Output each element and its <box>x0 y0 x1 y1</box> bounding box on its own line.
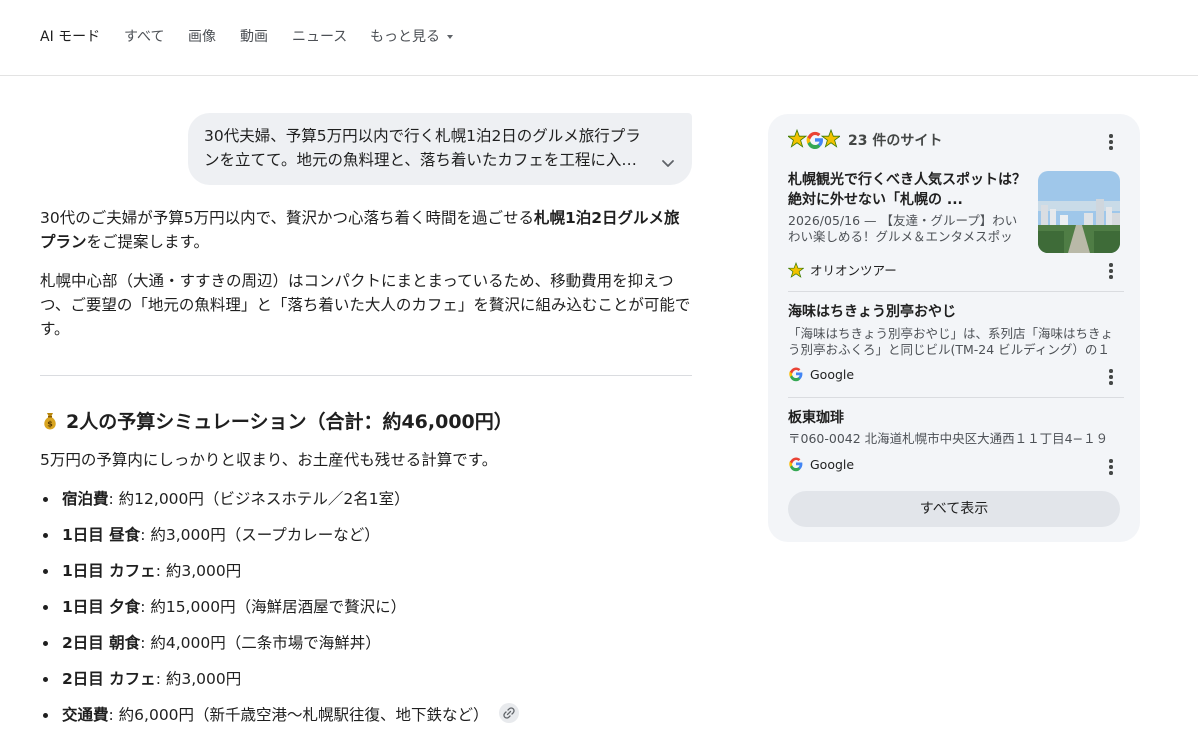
budget-item-value: : 約12,000円（ビジネスホテル／2名1室） <box>108 490 410 508</box>
source-divider <box>788 397 1124 398</box>
budget-item-value: : 約15,000円（海鮮居酒屋で贅沢に） <box>140 598 407 616</box>
section-divider <box>40 375 692 376</box>
answer-paragraph-1: 30代のご夫婦が予算5万円以内で、贅沢かつ心落ち着く時間を過ごせる札幌1泊2日グ… <box>40 206 692 254</box>
source-site: Google <box>788 456 854 472</box>
money-bag-icon: $ <box>44 413 56 430</box>
budget-list: 宿泊費: 約12,000円（ビジネスホテル／2名1室） 1日目 昼食: 約3,0… <box>40 487 692 739</box>
google-icon <box>789 457 803 472</box>
sources-favicon-stack-icon <box>788 128 840 149</box>
source-snippet: 2026/05/16 — 【友達・グループ】わいわい楽しめる！グルメ＆エンタメス… <box>788 213 1018 244</box>
budget-item-value: : 約3,000円 <box>155 670 242 688</box>
budget-item-label: 宿泊費 <box>62 490 109 508</box>
tab-more[interactable]: もっと見る <box>370 27 453 47</box>
budget-item-value: : 約4,000円（二条市場で海鮮丼） <box>140 634 381 652</box>
source-title[interactable]: 札幌観光で行くべき人気スポットは？絶対に外せない「札幌の ... <box>788 170 1028 210</box>
list-item: 宿泊費: 約12,000円（ビジネスホテル／2名1室） <box>40 487 692 523</box>
link-icon <box>502 707 515 719</box>
tab-more-label: もっと見る <box>370 29 440 45</box>
google-icon <box>789 367 803 382</box>
tab-videos[interactable]: 動画 <box>240 27 268 47</box>
answer-p1-a: 30代のご夫婦が予算5万円以内で、贅沢かつ心落ち着く時間を過ごせる <box>40 209 534 227</box>
source-more-icon[interactable] <box>1109 459 1113 475</box>
budget-item-value: : 約6,000円（新千歳空港〜札幌駅往復、地下鉄など） <box>108 706 489 724</box>
budget-item-label: 1日目 カフェ <box>62 562 156 580</box>
caret-down-icon <box>447 35 453 39</box>
list-item: 1日目 カフェ: 約3,000円 <box>40 559 692 595</box>
source-site-name: Google <box>810 366 855 382</box>
source-thumbnail[interactable] <box>1038 171 1120 253</box>
source-title[interactable]: 海味はちきょう別亭おやじ <box>788 302 1124 322</box>
budget-intro: 5万円の予算内にしっかりと収まり、お土産代も残せる計算です。 <box>40 451 498 469</box>
tab-ai-mode[interactable]: AI モード <box>40 27 100 47</box>
budget-item-label: 交通費 <box>62 706 109 724</box>
source-title[interactable]: 板東珈琲 <box>788 408 1124 428</box>
source-card-3[interactable]: 板東珈琲 〒060-0042 北海道札幌市中央区大通西１１丁目4−１９０ Goo… <box>788 408 1124 475</box>
user-query-bubble[interactable]: 30代夫婦、予算5万円以内で行く札幌1泊2日のグルメ旅行プランを立てて。地元の魚… <box>188 113 692 185</box>
source-site: Google <box>788 366 854 382</box>
source-snippet: 「海味はちきょう別亭おやじ」は、系列店「海味はちきょう別亭おふくろ」と同じビル(… <box>788 326 1114 357</box>
source-more-icon[interactable] <box>1109 369 1113 385</box>
sources-count: 23 件のサイト <box>848 133 943 149</box>
source-site-name: Google <box>810 456 855 472</box>
list-item: 1日目 夕食: 約15,000円（海鮮居酒屋で贅沢に） <box>40 595 692 631</box>
source-card-2[interactable]: 海味はちきょう別亭おやじ 「海味はちきょう別亭おやじ」は、系列店「海味はちきょう… <box>788 302 1124 385</box>
top-nav: AI モード すべて 画像 動画 ニュース もっと見る <box>0 0 1198 76</box>
budget-item-value: : 約3,000円（スープカレーなど） <box>140 526 380 544</box>
sources-panel: 23 件のサイト 札幌観光で行くべき人気スポットは？絶対に外せない「札幌の ..… <box>768 114 1140 542</box>
list-item: 1日目 昼食: 約3,000円（スープカレーなど） <box>40 523 692 559</box>
budget-item-label: 2日目 朝食 <box>62 634 141 652</box>
city-photo-thumbnail <box>1038 171 1120 253</box>
tab-all[interactable]: すべて <box>124 27 164 47</box>
budget-item-label: 1日目 昼食 <box>62 526 141 544</box>
show-all-button[interactable]: すべて表示 <box>788 491 1120 527</box>
budget-heading-text: 2人の予算シミュレーション（合計：約46,000円） <box>66 411 513 433</box>
source-divider <box>788 291 1124 292</box>
source-site-name: オリオンツアー <box>810 263 897 278</box>
tab-news[interactable]: ニュース <box>292 27 347 47</box>
source-snippet: 〒060-0042 北海道札幌市中央区大通西１１丁目4−１９０ <box>788 431 1109 446</box>
sources-header: 23 件のサイト <box>788 128 942 152</box>
source-link-chip[interactable] <box>498 703 519 723</box>
user-query-text: 30代夫婦、予算5万円以内で行く札幌1泊2日のグルメ旅行プランを立てて。地元の魚… <box>204 127 641 169</box>
answer-paragraph-2: 札幌中心部（大通・すすきの周辺）はコンパクトにまとまっているため、移動費用を抑え… <box>40 272 691 338</box>
list-item: 2日目 朝食: 約4,000円（二条市場で海鮮丼） <box>40 631 692 667</box>
chevron-down-icon[interactable] <box>660 155 676 171</box>
answer-p1-c: をご提案します。 <box>86 233 209 251</box>
list-item: 交通費: 約6,000円（新千歳空港〜札幌駅往復、地下鉄など） <box>40 703 692 739</box>
svg-text:$: $ <box>47 420 53 429</box>
source-site: オリオンツアー <box>788 260 897 279</box>
source-more-icon[interactable] <box>1109 263 1113 279</box>
sources-more-icon[interactable] <box>1109 134 1113 150</box>
tab-images[interactable]: 画像 <box>188 27 216 47</box>
budget-item-value: : 約3,000円 <box>155 562 242 580</box>
star-icon <box>788 261 804 278</box>
budget-heading: $ 2人の予算シミュレーション（合計：約46,000円） <box>40 408 513 436</box>
budget-item-label: 2日目 カフェ <box>62 670 156 688</box>
budget-item-label: 1日目 夕食 <box>62 598 141 616</box>
list-item: 2日目 カフェ: 約3,000円 <box>40 667 692 703</box>
